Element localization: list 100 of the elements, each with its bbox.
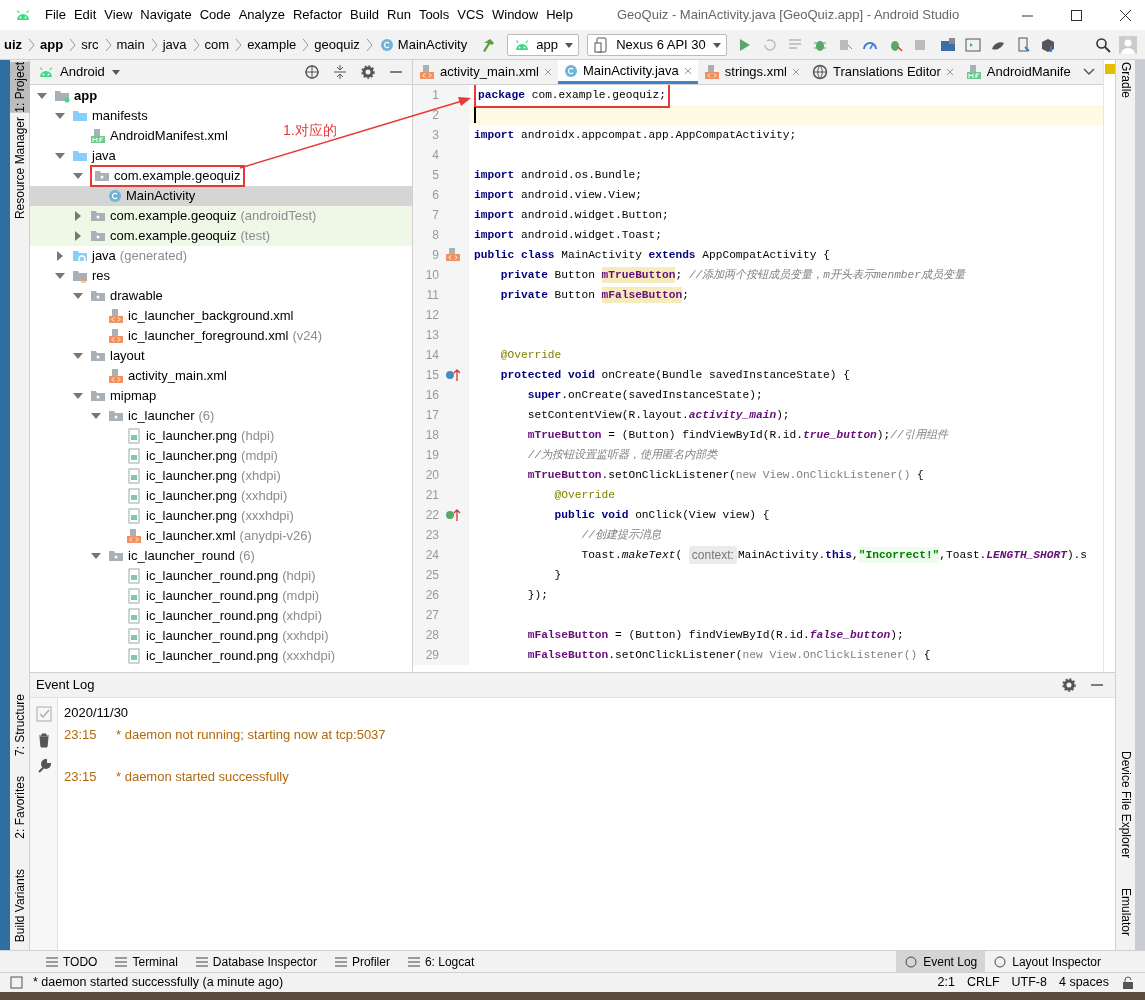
settings-icon[interactable]	[360, 64, 376, 80]
breadcrumb-item[interactable]: example	[247, 34, 297, 55]
panel-toggle-icon[interactable]	[10, 976, 23, 989]
editor-tab[interactable]: Translations Editor	[805, 60, 960, 84]
chevron-icon	[301, 37, 310, 52]
xml-file-gutter-icon[interactable]	[445, 247, 461, 263]
run-configuration-dropdown[interactable]: app	[507, 33, 580, 56]
tree-item[interactable]: ic_launcher_background.xml	[30, 306, 297, 326]
breadcrumb-item[interactable]: uiz	[0, 34, 23, 55]
settings-icon[interactable]	[1061, 677, 1077, 693]
tool-window-tab[interactable]: Layout Inspector	[985, 951, 1109, 972]
tree-item[interactable]: mipmap	[30, 386, 160, 406]
tree-item[interactable]: ic_launcher_round.png (xxhdpi)	[30, 626, 332, 646]
lock-icon[interactable]	[1121, 975, 1135, 990]
tree-item[interactable]: MainActivity	[30, 186, 412, 206]
log-date: 2020/11/30	[64, 704, 130, 723]
package-box-icon[interactable]	[1040, 36, 1057, 53]
breadcrumb-item[interactable]: src	[81, 34, 99, 55]
breadcrumb-item[interactable]: geoquiz	[314, 34, 360, 55]
tree-item[interactable]: ic_launcher_round.png (mdpi)	[30, 586, 323, 606]
status-item[interactable]: CRLF	[966, 973, 1000, 992]
tree-item[interactable]: com.example.geoquiz (androidTest)	[30, 206, 412, 226]
close-icon[interactable]	[1120, 9, 1131, 21]
checkbox-check-icon[interactable]	[35, 706, 52, 722]
breadcrumb-item[interactable]: com	[204, 34, 230, 55]
text-cursor-icon	[474, 105, 476, 125]
tool-window-tab[interactable]: Terminal	[105, 951, 186, 972]
menu-item[interactable]: Analyze	[234, 5, 289, 25]
tree-item[interactable]: activity_main.xml	[30, 366, 230, 386]
tool-window-tab[interactable]: Device File Explorer	[1115, 750, 1136, 858]
tree-item[interactable]: drawable	[30, 286, 166, 306]
collapse-all-icon[interactable]	[332, 64, 348, 80]
tree-item[interactable]: layout	[30, 346, 148, 366]
menu-item[interactable]: Refactor	[288, 5, 347, 25]
tree-item[interactable]: app	[30, 86, 101, 106]
search-icon[interactable]	[1095, 36, 1111, 53]
tree-item[interactable]: AndroidManifest.xml	[30, 126, 231, 146]
tree-item[interactable]: ic_launcher_round.png (hdpi)	[30, 566, 319, 586]
tool-window-tab[interactable]: 7: Structure	[9, 694, 30, 757]
tree-item[interactable]: java (generated)	[30, 246, 191, 266]
package-folder-icon	[108, 408, 124, 424]
menu-item[interactable]: Window	[487, 5, 543, 25]
tool-window-tab[interactable]: Event Log	[896, 951, 986, 972]
menu-item[interactable]: Help	[542, 5, 577, 25]
breadcrumb-item[interactable]: java	[162, 34, 187, 55]
up-arrow-gutter-icon[interactable]	[445, 507, 461, 523]
tree-item[interactable]: ic_launcher.png (xxhdpi)	[30, 486, 291, 506]
tree-item[interactable]: ic_launcher_round.png (xhdpi)	[30, 606, 326, 626]
tree-item[interactable]: ic_launcher.png (hdpi)	[30, 426, 278, 446]
menu-item[interactable]: Run	[383, 5, 415, 25]
tree-item[interactable]: ic_launcher.png (mdpi)	[30, 446, 281, 466]
editor-tab[interactable]: activity_main.xml	[413, 60, 558, 84]
tree-item[interactable]: ic_launcher.xml (anydpi-v26)	[30, 526, 315, 546]
menu-item[interactable]: VCS	[453, 5, 488, 25]
tool-window-tab[interactable]: 1: Project	[9, 62, 30, 113]
tool-window-tab[interactable]: Build Variants	[9, 868, 30, 942]
tree-item[interactable]: ic_launcher (6)	[30, 406, 218, 426]
menu-item[interactable]: Edit	[69, 5, 101, 25]
status-item[interactable]: UTF-8	[1011, 973, 1047, 992]
tool-window-tab[interactable]: Profiler	[324, 951, 398, 972]
breadcrumb-item[interactable]: main	[116, 34, 145, 55]
tool-window-tab[interactable]: 6: Logcat	[397, 951, 483, 972]
menu-item[interactable]: File	[41, 5, 70, 25]
tree-item[interactable]: manifests	[30, 106, 151, 126]
tree-item[interactable]: ic_launcher_round.png (xxxhdpi)	[30, 646, 339, 666]
tool-window-tab[interactable]: 2: Favorites	[9, 776, 30, 839]
tree-item[interactable]: ic_launcher.png (xhdpi)	[30, 466, 284, 486]
menu-item[interactable]: View	[100, 5, 137, 25]
tree-item[interactable]: com.example.geoquiz (test)	[30, 226, 412, 246]
editor-tab[interactable]: AndroidManife	[959, 60, 1077, 84]
status-item[interactable]: 2:1	[937, 973, 955, 992]
menu-item[interactable]: Code	[195, 5, 235, 25]
tool-window-tab[interactable]: Resource Manager	[9, 116, 30, 219]
chevron-down-icon[interactable]	[1083, 66, 1095, 78]
device-dropdown[interactable]: Nexus 6 API 30	[587, 33, 728, 56]
tree-item[interactable]: java	[30, 146, 119, 166]
menu-item[interactable]: Build	[346, 5, 383, 25]
up-arrow-gutter-icon[interactable]	[445, 367, 461, 383]
monitor-icon[interactable]	[965, 36, 982, 53]
warning-marker-icon[interactable]	[1104, 64, 1115, 74]
tool-window-tab[interactable]: Gradle	[1115, 62, 1136, 99]
phone-icon[interactable]	[1015, 36, 1032, 53]
menu-item[interactable]: Navigate	[136, 5, 196, 25]
project-structure-icon[interactable]	[940, 36, 957, 53]
maximize-icon[interactable]	[1071, 9, 1082, 21]
tool-window-tab[interactable]: Database Inspector	[185, 951, 325, 972]
tree-item[interactable]: ic_launcher.png (xxxhdpi)	[30, 506, 297, 526]
breadcrumb-item[interactable]: app	[40, 34, 64, 55]
editor-tab[interactable]: MainActivity.java	[557, 60, 698, 84]
status-item[interactable]: 4 spaces	[1058, 973, 1109, 992]
tool-window-tab[interactable]: TODO	[36, 951, 106, 972]
menu-item[interactable]: Tools	[414, 5, 454, 25]
target-icon[interactable]	[304, 64, 320, 80]
breadcrumb-item[interactable]: MainActivity	[397, 34, 468, 55]
tool-window-tab[interactable]: Emulator	[1115, 887, 1136, 936]
tree-item[interactable]: ic_launcher_round (6)	[30, 546, 258, 566]
tree-item[interactable]: ic_launcher_foreground.xml (v24)	[30, 326, 326, 346]
editor-tab[interactable]: strings.xml	[697, 60, 806, 84]
project-view-dropdown[interactable]: Android	[38, 62, 121, 82]
tree-item[interactable]: res	[30, 266, 114, 286]
